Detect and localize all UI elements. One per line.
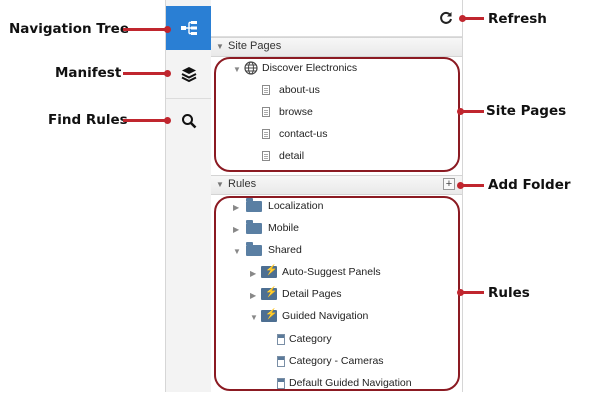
collapse-icon[interactable]: ▼ — [216, 180, 224, 189]
callout-line — [460, 184, 484, 187]
navigation-tree-button[interactable] — [166, 6, 212, 50]
left-rail — [165, 0, 213, 392]
rules-header[interactable]: ▼ Rules + — [211, 175, 462, 195]
site-pages-outline — [214, 57, 460, 172]
rules-outline — [214, 196, 460, 391]
search-icon — [182, 114, 197, 129]
callout-line — [462, 17, 484, 20]
callout-dot — [164, 26, 171, 33]
callout-add-folder: Add Folder — [488, 177, 571, 193]
callout-line — [123, 28, 168, 31]
callout-dot — [164, 70, 171, 77]
site-pages-header[interactable]: ▼ Site Pages — [211, 37, 462, 57]
callout-dot — [164, 117, 171, 124]
callout-manifest: Manifest — [55, 65, 122, 81]
sitemap-icon — [181, 21, 197, 35]
refresh-icon[interactable] — [439, 11, 453, 25]
callout-line — [123, 72, 168, 75]
callout-site-pages: Site Pages — [486, 103, 567, 119]
callout-line — [123, 119, 168, 122]
plus-icon[interactable]: + — [443, 178, 455, 190]
callout-navigation-tree: Navigation Tree — [9, 21, 129, 37]
callout-line — [460, 291, 484, 294]
manifest-button[interactable] — [166, 52, 212, 96]
callout-find-rules: Find Rules — [48, 112, 128, 128]
panel-toolbar — [211, 0, 462, 37]
callout-line — [460, 110, 484, 113]
find-rules-button[interactable] — [166, 98, 212, 143]
collapse-icon[interactable]: ▼ — [216, 42, 224, 51]
layers-icon — [181, 67, 197, 83]
callout-rules: Rules — [488, 285, 530, 301]
callout-refresh: Refresh — [488, 11, 547, 27]
